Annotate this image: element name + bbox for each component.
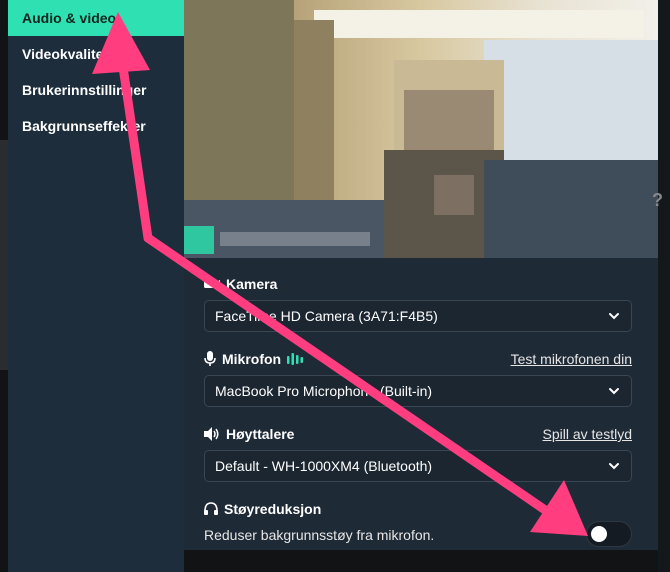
sidebar-item-audio-video[interactable]: Audio & video (8, 0, 184, 36)
speakers-select-value: Default - WH-1000XM4 (Bluetooth) (215, 458, 433, 474)
sidebar-item-label: Bakgrunnseffekter (22, 118, 146, 134)
microphone-select[interactable]: MacBook Pro Microphone (Built-in) (204, 375, 632, 407)
test-microphone-link[interactable]: Test mikrofonen din (511, 351, 632, 367)
preview-block (184, 200, 384, 258)
headphones-icon (204, 502, 218, 516)
microphone-select-value: MacBook Pro Microphone (Built-in) (215, 383, 433, 399)
camera-select-value: FaceTime HD Camera (3A71:F4B5) (215, 308, 438, 324)
preview-block (484, 160, 658, 258)
sidebar-item-label: Videokvalitet (22, 46, 109, 62)
sidebar-item-label: Audio & video (22, 10, 117, 26)
camera-preview (184, 0, 658, 258)
mic-level-icon (287, 352, 304, 366)
noise-reduction-toggle[interactable] (586, 521, 632, 547)
background-right-edge: ? (652, 0, 670, 572)
noise-reduction-label: Støyreduksjon (224, 501, 322, 517)
speakers-select[interactable]: Default - WH-1000XM4 (Bluetooth) (204, 450, 632, 482)
camera-select[interactable]: FaceTime HD Camera (3A71:F4B5) (204, 300, 632, 332)
noise-reduction-section: Støyreduksjon Reduser bakgrunnsstøy fra … (204, 499, 632, 547)
participant-name-bar (220, 232, 370, 246)
speakers-section: Høyttalere Spill av testlyd Default - WH… (204, 424, 632, 482)
camera-section: Kamera FaceTime HD Camera (3A71:F4B5) (204, 274, 632, 332)
sidebar-item-video-quality[interactable]: Videokvalitet (8, 36, 184, 72)
speakers-label: Høyttalere (226, 426, 295, 442)
sidebar-item-user-settings[interactable]: Brukerinnstillinger (8, 72, 184, 108)
noise-reduction-description: Reduser bakgrunnsstøy fra mikrofon. (204, 527, 435, 543)
background-stripe (0, 140, 8, 370)
camera-icon (204, 278, 220, 290)
speaker-icon (204, 427, 220, 441)
preview-block (314, 10, 644, 38)
chevron-down-icon (609, 313, 619, 320)
audio-video-panel: Kamera FaceTime HD Camera (3A71:F4B5) Mi… (184, 0, 658, 550)
microphone-icon (204, 351, 216, 367)
chevron-down-icon (609, 388, 619, 395)
toggle-knob (591, 526, 607, 542)
microphone-label: Mikrofon (222, 351, 282, 367)
chevron-down-icon (609, 463, 619, 470)
sidebar-item-background-effects[interactable]: Bakgrunnseffekter (8, 108, 184, 144)
play-test-sound-link[interactable]: Spill av testlyd (543, 426, 632, 442)
sidebar-item-label: Brukerinnstillinger (22, 82, 147, 98)
settings-sidebar: Audio & video Videokvalitet Brukerinnsti… (8, 0, 184, 572)
camera-label: Kamera (226, 276, 278, 292)
preview-block (294, 20, 334, 220)
preview-block (434, 175, 474, 215)
microphone-section: Mikrofon Test mikrofonen din MacBook Pro… (204, 349, 632, 407)
speaking-indicator (184, 226, 214, 254)
help-icon: ? (652, 190, 663, 210)
